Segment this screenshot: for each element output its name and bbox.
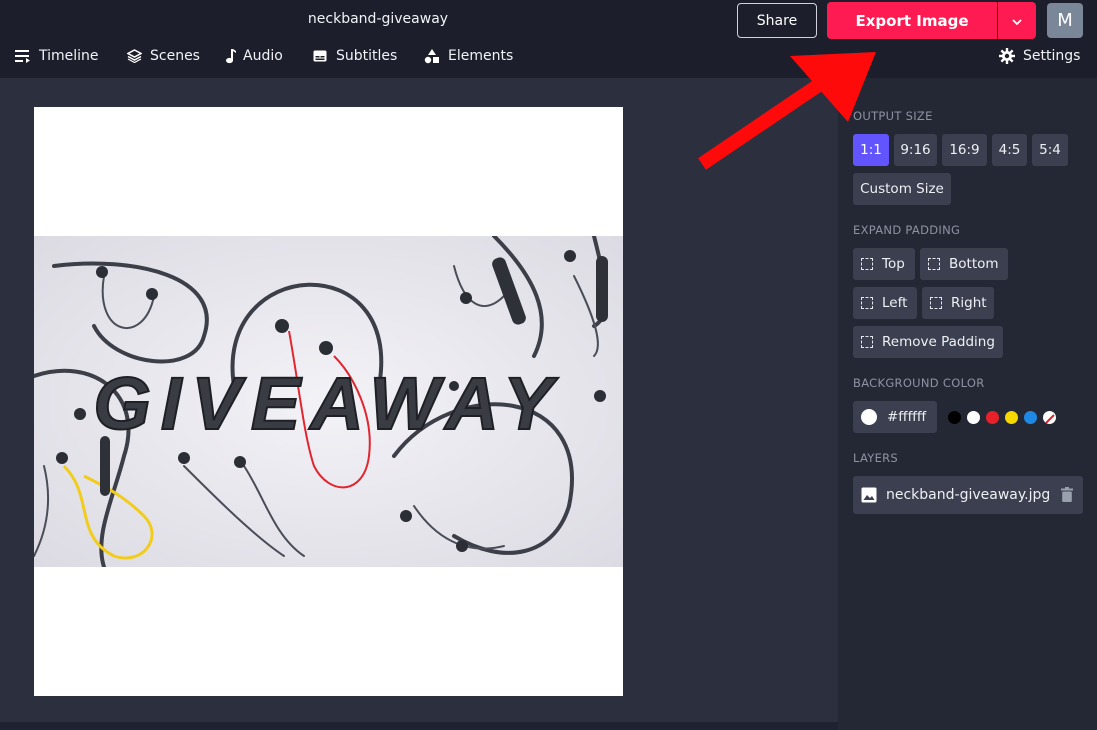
tab-label: Timeline (39, 48, 99, 64)
shapes-icon (424, 48, 440, 64)
avatar[interactable]: M (1047, 3, 1083, 38)
color-preset-white[interactable] (967, 411, 980, 424)
padding-icon (861, 258, 873, 270)
remove-padding-label: Remove Padding (882, 334, 995, 350)
tab-audio[interactable]: Audio (225, 45, 283, 67)
tab-label: Audio (243, 48, 283, 64)
padding-right-label: Right (951, 295, 987, 311)
giveaway-overlay-text: GIVEAWAY (93, 362, 562, 445)
annotation-arrow (698, 52, 876, 170)
neckband-photo: GIVEAWAY (34, 236, 623, 567)
share-button[interactable]: Share (737, 3, 817, 38)
expand-padding-heading: EXPAND PADDING (853, 223, 961, 237)
padding-bottom-label: Bottom (949, 256, 999, 272)
subtitles-icon (313, 50, 327, 62)
padding-icon (928, 258, 940, 270)
background-hex-value: #ffffff (887, 409, 927, 425)
padding-icon (930, 297, 942, 309)
tab-label: Scenes (150, 48, 200, 64)
trash-icon[interactable] (1061, 487, 1073, 502)
padding-left-button[interactable]: Left (853, 287, 917, 319)
top-bar: neckband-giveaway Share Export Image M T… (0, 0, 1097, 78)
image-layer-neckband[interactable]: GIVEAWAY (34, 236, 623, 567)
size-option-5-4[interactable]: 5:4 (1032, 134, 1068, 166)
padding-top-label: Top (882, 256, 905, 272)
color-preset-blue[interactable] (1024, 411, 1037, 424)
padding-top-button[interactable]: Top (853, 248, 915, 280)
size-option-16-9[interactable]: 16:9 (942, 134, 987, 166)
tab-elements[interactable]: Elements (424, 45, 513, 67)
tab-timeline[interactable]: Timeline (15, 45, 99, 67)
background-color-heading: BACKGROUND COLOR (853, 376, 985, 390)
color-preset-transparent[interactable] (1043, 411, 1056, 424)
color-preset-yellow[interactable] (1005, 411, 1018, 424)
padding-bottom-button[interactable]: Bottom (920, 248, 1008, 280)
image-icon (861, 487, 877, 503)
background-color-picker[interactable]: #ffffff (853, 401, 937, 433)
color-preset-black[interactable] (948, 411, 961, 424)
chevron-down-icon (1011, 11, 1023, 30)
settings-button[interactable]: Settings (999, 45, 1080, 67)
padding-left-label: Left (882, 295, 908, 311)
settings-label: Settings (1023, 48, 1081, 64)
layers-heading: LAYERS (853, 451, 899, 465)
layer-name: neckband-giveaway.jpg (886, 487, 1051, 503)
export-image-button[interactable]: Export Image (827, 2, 997, 39)
current-color-swatch (861, 409, 877, 425)
remove-padding-button[interactable]: Remove Padding (853, 326, 1003, 358)
padding-right-button[interactable]: Right (922, 287, 994, 319)
layers-icon (127, 49, 142, 63)
tab-subtitles[interactable]: Subtitles (313, 45, 397, 67)
export-options-dropdown[interactable] (998, 2, 1036, 39)
tab-scenes[interactable]: Scenes (127, 45, 200, 67)
timeline-icon (15, 49, 31, 63)
music-note-icon (225, 48, 237, 64)
project-title[interactable]: neckband-giveaway (0, 11, 756, 27)
tab-label: Subtitles (336, 48, 398, 64)
size-option-4-5[interactable]: 4:5 (992, 134, 1027, 166)
gear-icon (999, 48, 1015, 64)
padding-icon (861, 297, 873, 309)
canvas-bottom-strip (0, 722, 838, 730)
tab-label: Elements (448, 48, 514, 64)
size-option-9-16[interactable]: 9:16 (894, 134, 937, 166)
layer-item[interactable]: neckband-giveaway.jpg (853, 476, 1083, 514)
padding-icon (861, 336, 873, 348)
color-preset-red[interactable] (986, 411, 999, 424)
